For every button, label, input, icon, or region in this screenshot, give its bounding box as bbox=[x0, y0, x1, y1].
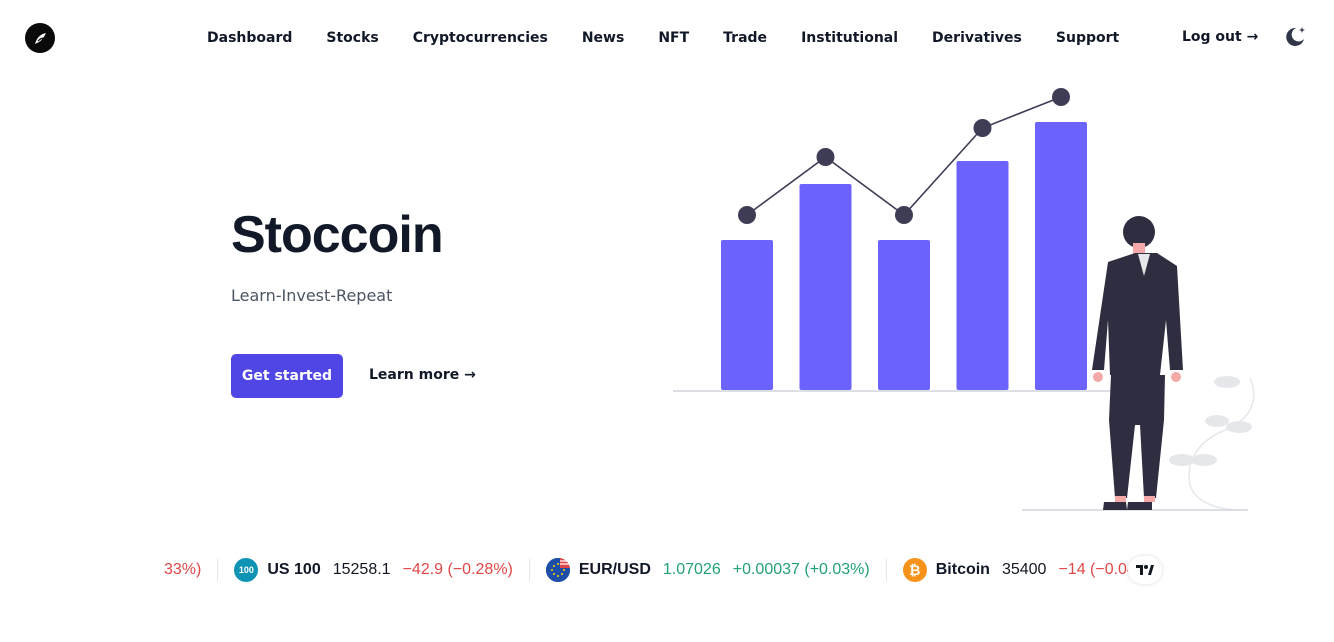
trend-line bbox=[746, 96, 1062, 217]
ticker-price: 35400 bbox=[1001, 561, 1047, 578]
leaf-logo-icon[interactable] bbox=[25, 23, 55, 53]
nav-links: Dashboard Stocks Cryptocurrencies News N… bbox=[190, 0, 1136, 76]
nav-link-support[interactable]: Support bbox=[1039, 30, 1136, 46]
chart-point bbox=[973, 119, 992, 137]
ticker-price: 1.07026 bbox=[662, 561, 721, 578]
learn-more-link[interactable]: Learn more → bbox=[369, 367, 476, 383]
top-navigation: Dashboard Stocks Cryptocurrencies News N… bbox=[0, 0, 1334, 76]
eu-us-flag-icon bbox=[545, 558, 570, 582]
ticker-item-us100[interactable]: 100 US 100 15258.1 −42.9 (−0.28%) bbox=[234, 558, 513, 582]
ticker-change: +0.00037 (+0.03%) bbox=[732, 561, 870, 578]
ticker-item-bitcoin[interactable]: ₿ Bitcoin 35400 −14 (−0.04%) bbox=[902, 558, 1155, 582]
tradingview-logo-icon[interactable] bbox=[1128, 556, 1162, 584]
moon-star-icon[interactable] bbox=[1282, 24, 1308, 50]
nav-link-stocks[interactable]: Stocks bbox=[309, 30, 395, 46]
chart-bar bbox=[956, 161, 1009, 390]
ticker-price: 15258.1 bbox=[332, 561, 391, 578]
chart-point bbox=[738, 206, 756, 224]
get-started-button[interactable]: Get started bbox=[231, 354, 343, 398]
page-title: Stoccoin bbox=[231, 206, 444, 264]
hero-subtitle: Learn-Invest-Repeat bbox=[231, 286, 393, 305]
nav-link-dashboard[interactable]: Dashboard bbox=[190, 30, 309, 46]
ticker-symbol: Bitcoin bbox=[935, 561, 990, 578]
nav-link-nft[interactable]: NFT bbox=[641, 30, 706, 46]
chart-bar bbox=[799, 184, 852, 390]
ticker-divider bbox=[885, 559, 887, 581]
chart-point bbox=[816, 148, 835, 166]
person-illustration bbox=[1092, 216, 1183, 510]
plant-illustration bbox=[1169, 376, 1255, 511]
ticker-track: 33%) 100 US 100 15258.1 −42.9 (−0.28%) E… bbox=[164, 552, 1165, 588]
ticker-change: −42.9 (−0.28%) bbox=[402, 561, 513, 578]
ticker-symbol: US 100 bbox=[267, 561, 321, 578]
points-group bbox=[738, 88, 1070, 224]
growth-chart-illustration bbox=[673, 88, 1255, 511]
market-ticker[interactable]: 33%) 100 US 100 15258.1 −42.9 (−0.28%) E… bbox=[150, 552, 1165, 588]
chart-point bbox=[1052, 88, 1070, 106]
ticker-divider bbox=[528, 559, 530, 581]
bitcoin-icon: ₿ bbox=[902, 558, 927, 582]
ticker-symbol: EUR/USD bbox=[578, 561, 651, 578]
nav-link-derivatives[interactable]: Derivatives bbox=[915, 30, 1039, 46]
ticker-leading-fragment: 33%) bbox=[164, 561, 202, 578]
logout-link[interactable]: Log out → bbox=[1182, 29, 1258, 45]
chart-bar bbox=[721, 240, 773, 390]
chart-bar bbox=[878, 240, 930, 390]
bars-group bbox=[721, 122, 1087, 390]
us100-icon: 100 bbox=[234, 558, 259, 582]
nav-link-cryptocurrencies[interactable]: Cryptocurrencies bbox=[396, 30, 565, 46]
ticker-item-eurusd[interactable]: EUR/USD 1.07026 +0.00037 (+0.03%) bbox=[545, 558, 870, 582]
chart-point bbox=[895, 206, 913, 224]
nav-link-institutional[interactable]: Institutional bbox=[784, 30, 915, 46]
nav-link-trade[interactable]: Trade bbox=[706, 30, 784, 46]
chart-bar bbox=[1035, 122, 1087, 390]
ticker-divider bbox=[217, 559, 219, 581]
nav-link-news[interactable]: News bbox=[565, 30, 641, 46]
